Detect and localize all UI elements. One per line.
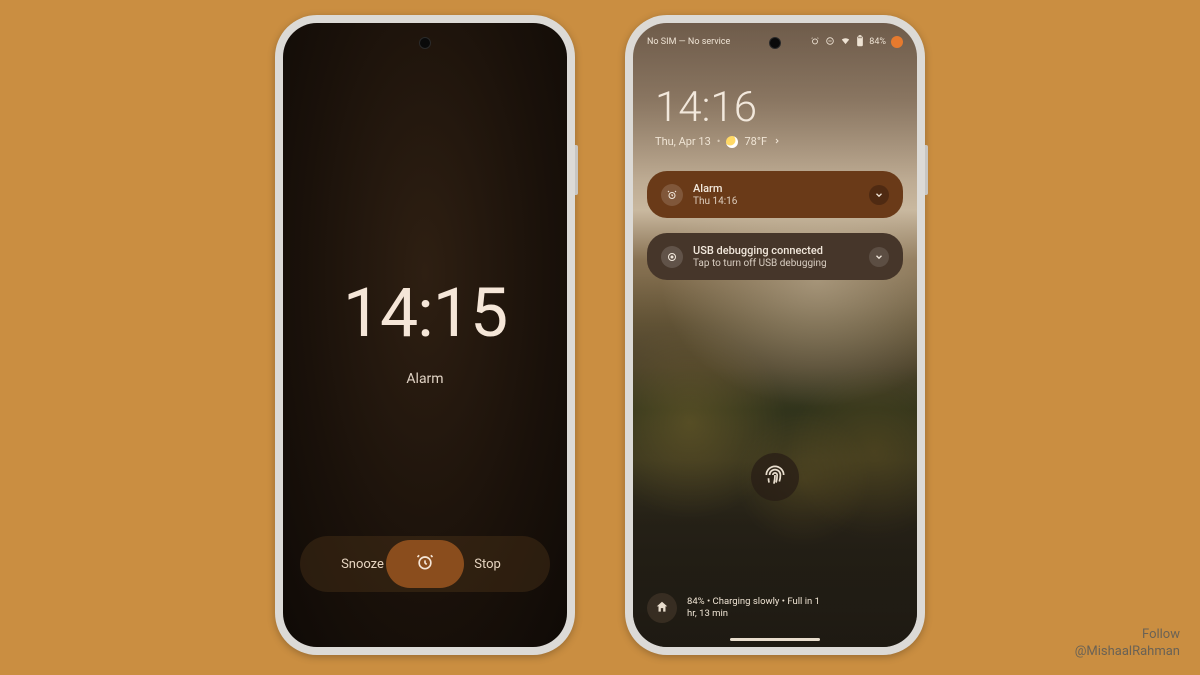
battery-icon bbox=[856, 35, 864, 50]
separator: • bbox=[717, 135, 721, 148]
camera-cutout bbox=[769, 37, 781, 49]
alarm-status-icon bbox=[810, 36, 820, 49]
charging-status: 84% • Charging slowly • Full in 1 hr, 13… bbox=[687, 596, 820, 620]
lock-date-row: Thu, Apr 13 • 78°F bbox=[655, 135, 781, 148]
notification-usb-debug[interactable]: USB debugging connected Tap to turn off … bbox=[647, 233, 903, 280]
camera-cutout bbox=[419, 37, 431, 49]
alarm-action-bar[interactable]: Snooze Stop bbox=[300, 536, 550, 592]
alarm-screen: 14:15 Alarm Snooze Stop bbox=[283, 23, 567, 647]
lock-clock: 14:16 bbox=[655, 83, 757, 132]
alarm-label: Alarm bbox=[406, 371, 443, 387]
fingerprint-icon bbox=[762, 462, 788, 492]
lock-date: Thu, Apr 13 bbox=[655, 135, 711, 148]
home-icon bbox=[655, 599, 669, 618]
alarm-app-icon bbox=[661, 184, 683, 206]
fingerprint-sensor[interactable] bbox=[751, 453, 799, 501]
notification-subtitle: Tap to turn off USB debugging bbox=[693, 258, 859, 269]
notification-alarm[interactable]: Alarm Thu 14:16 bbox=[647, 171, 903, 218]
stop-button[interactable]: Stop bbox=[425, 557, 550, 572]
expand-button[interactable] bbox=[869, 185, 889, 205]
snooze-button[interactable]: Snooze bbox=[300, 557, 425, 572]
lock-screen: No SIM — No service 84% bbox=[633, 23, 917, 647]
alarm-time: 14:15 bbox=[343, 273, 507, 353]
weather-icon bbox=[726, 136, 738, 148]
notification-subtitle: Thu 14:16 bbox=[693, 196, 859, 207]
system-app-icon bbox=[661, 246, 683, 268]
lock-temp: 78°F bbox=[744, 135, 767, 148]
notification-title: USB debugging connected bbox=[693, 244, 859, 257]
privacy-dot-icon bbox=[891, 36, 903, 48]
battery-percent: 84% bbox=[869, 37, 886, 47]
bottom-row: 84% • Charging slowly • Full in 1 hr, 13… bbox=[647, 593, 903, 623]
phone-frame-left: 14:15 Alarm Snooze Stop bbox=[275, 15, 575, 655]
phone-frame-right: No SIM — No service 84% bbox=[625, 15, 925, 655]
carrier-text: No SIM — No service bbox=[647, 37, 810, 47]
home-control-button[interactable] bbox=[647, 593, 677, 623]
dnd-icon bbox=[825, 36, 835, 49]
credit-text: Follow @MishaalRahman bbox=[1075, 627, 1180, 661]
gesture-nav-pill[interactable] bbox=[730, 638, 820, 641]
wifi-icon bbox=[840, 35, 851, 49]
notification-title: Alarm bbox=[693, 182, 859, 195]
chevron-right-icon bbox=[773, 135, 781, 148]
expand-button[interactable] bbox=[869, 247, 889, 267]
